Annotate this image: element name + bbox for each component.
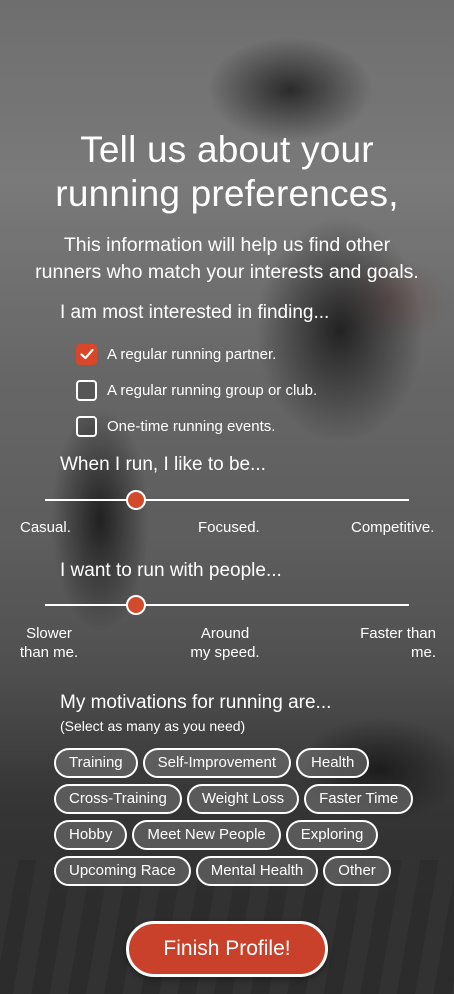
chip-hobby[interactable]: Hobby: [54, 820, 128, 850]
tick-casual: Casual.: [20, 519, 71, 536]
intensity-slider[interactable]: [45, 490, 409, 510]
tick-around: Around my speed.: [190, 625, 260, 661]
page-subtitle: This information will help us find other…: [35, 234, 419, 283]
chip-row: Cross-Training Weight Loss Faster Time: [54, 784, 434, 814]
motivations-hint: (Select as many as you need): [60, 718, 246, 734]
option-label: A regular running partner.: [107, 345, 277, 363]
chip-row: Upcoming Race Mental Health Other: [54, 856, 434, 886]
chip-cross-training[interactable]: Cross-Training: [54, 784, 182, 814]
tick-slower: Slower than me.: [19, 625, 79, 661]
motivations-label: My motivations for running are...: [60, 692, 332, 713]
slider-track[interactable]: [45, 499, 409, 501]
chip-faster-time[interactable]: Faster Time: [304, 784, 414, 814]
preferences-form: Tell us about your running preferences, …: [0, 0, 454, 994]
slider-track[interactable]: [45, 604, 409, 606]
chip-self-improvement[interactable]: Self-Improvement: [142, 748, 292, 778]
tick-focused: Focused.: [198, 519, 260, 536]
chip-exploring[interactable]: Exploring: [285, 820, 379, 850]
option-running-group[interactable]: A regular running group or club.: [76, 372, 317, 408]
chip-row: Hobby Meet New People Exploring: [54, 820, 434, 850]
interest-options: A regular running partner. A regular run…: [76, 336, 317, 444]
chip-weight-loss[interactable]: Weight Loss: [186, 784, 300, 814]
slider-thumb[interactable]: [126, 595, 146, 615]
chip-other[interactable]: Other: [323, 856, 391, 886]
motivation-chips: Training Self-Improvement Health Cross-T…: [54, 748, 434, 892]
checkbox-icon[interactable]: [76, 379, 97, 401]
chip-health[interactable]: Health: [296, 748, 370, 778]
finish-profile-button[interactable]: Finish Profile!: [126, 921, 328, 977]
interest-label: I am most interested in finding...: [60, 302, 330, 323]
chip-mental-health[interactable]: Mental Health: [195, 856, 319, 886]
chip-row: Training Self-Improvement Health: [54, 748, 434, 778]
option-running-partner[interactable]: A regular running partner.: [76, 336, 317, 372]
option-label: A regular running group or club.: [107, 381, 318, 399]
checkbox-icon[interactable]: [76, 415, 97, 437]
intensity-label: When I run, I like to be...: [60, 454, 266, 475]
option-running-events[interactable]: One-time running events.: [76, 408, 317, 444]
tick-faster: Faster than me.: [360, 625, 436, 661]
checkbox-checked-icon[interactable]: [76, 343, 97, 365]
page-title: Tell us about your running preferences,: [55, 129, 399, 214]
tick-competitive: Competitive.: [351, 519, 435, 536]
chip-meet-new-people[interactable]: Meet New People: [132, 820, 281, 850]
slider-thumb[interactable]: [126, 490, 146, 510]
chip-upcoming-race[interactable]: Upcoming Race: [54, 856, 191, 886]
pace-slider[interactable]: [45, 595, 409, 615]
option-label: One-time running events.: [107, 417, 276, 435]
chip-training[interactable]: Training: [54, 748, 138, 778]
pace-label: I want to run with people...: [60, 560, 282, 581]
